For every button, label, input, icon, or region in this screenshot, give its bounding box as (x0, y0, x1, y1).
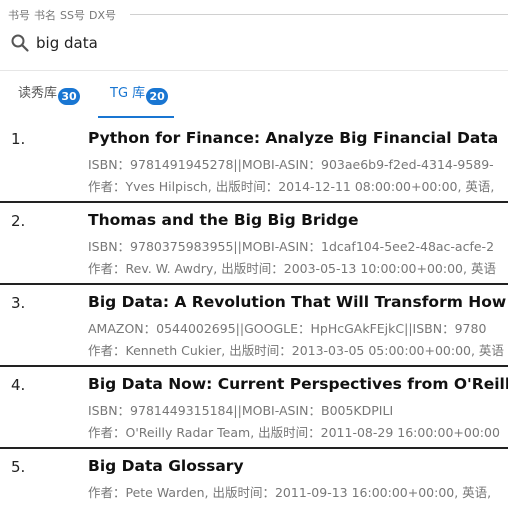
result-index: 1. (11, 130, 26, 148)
result-index: 5. (11, 458, 26, 476)
legend-item-ss: SS号 (60, 9, 85, 22)
result-item[interactable]: 4. Big Data Now: Current Perspectives fr… (0, 367, 508, 449)
result-item[interactable]: 1. Python for Finance: Analyze Big Finan… (0, 121, 508, 203)
result-author-info: 作者：Yves Hilpisch, 出版时间：2014-12-11 08:00:… (88, 179, 495, 194)
result-title[interactable]: Big Data Glossary (88, 457, 244, 475)
legend-item-title: 书名 (34, 9, 56, 22)
result-identifiers: ISBN：9781449315184||MOBI-ASIN：B005KDPILI (88, 403, 394, 418)
tab-duxiu-count-badge: 30 (58, 88, 81, 105)
result-identifiers: AMAZON：0544002695||GOOGLE：HpHcGAkFEjkC||… (88, 321, 487, 336)
result-item[interactable]: 3. Big Data: A Revolution That Will Tran… (0, 285, 508, 367)
result-item[interactable]: 5. Big Data Glossary 作者：Pete Warden, 出版时… (0, 449, 508, 531)
result-item[interactable]: 2. Thomas and the Big Big Bridge ISBN：97… (0, 203, 508, 285)
tab-duxiu-label: 读秀库 (18, 86, 58, 101)
tab-tg-count-badge: 20 (146, 88, 169, 105)
result-identifiers: ISBN：9780375983955||MOBI-ASIN：1dcaf104-5… (88, 239, 495, 254)
search-border-line (130, 14, 508, 15)
tab-duxiu[interactable]: 读秀库 30 (18, 84, 81, 120)
result-title[interactable]: Big Data Now: Current Perspectives from … (88, 375, 508, 393)
result-title[interactable]: Big Data: A Revolution That Will Transfo… (88, 293, 508, 311)
results-list: 1. Python for Finance: Analyze Big Finan… (0, 121, 508, 531)
result-identifiers: ISBN：9781491945278||MOBI-ASIN：903ae6b9-f… (88, 157, 494, 172)
result-index: 2. (11, 212, 26, 230)
search-icon (10, 33, 30, 53)
search-input[interactable] (36, 31, 476, 55)
legend-item-dx: DX号 (88, 9, 116, 22)
tab-tg-label: TG 库 (110, 86, 146, 101)
result-title[interactable]: Thomas and the Big Big Bridge (88, 211, 359, 229)
result-title[interactable]: Python for Finance: Analyze Big Financia… (88, 129, 498, 147)
result-index: 3. (11, 294, 26, 312)
result-author-info: 作者：Kenneth Cukier, 出版时间：2013-03-05 05:00… (88, 343, 504, 358)
search-box: 书号 书名 SS号 DX号 (0, 0, 508, 64)
tab-tg[interactable]: TG 库 20 (110, 84, 169, 120)
result-author-info: 作者：Pete Warden, 出版时间：2011-09-13 16:00:00… (88, 485, 492, 500)
active-tab-indicator (98, 116, 174, 118)
search-field-legend: 书号 书名 SS号 DX号 (8, 7, 116, 23)
tabs-top-divider (0, 70, 508, 71)
legend-item-isbn: 书号 (8, 9, 30, 22)
result-author-info: 作者：O'Reilly Radar Team, 出版时间：2011-08-29 … (88, 425, 500, 440)
result-author-info: 作者：Rev. W. Awdry, 出版时间：2003-05-13 10:00:… (88, 261, 496, 276)
result-index: 4. (11, 376, 26, 394)
